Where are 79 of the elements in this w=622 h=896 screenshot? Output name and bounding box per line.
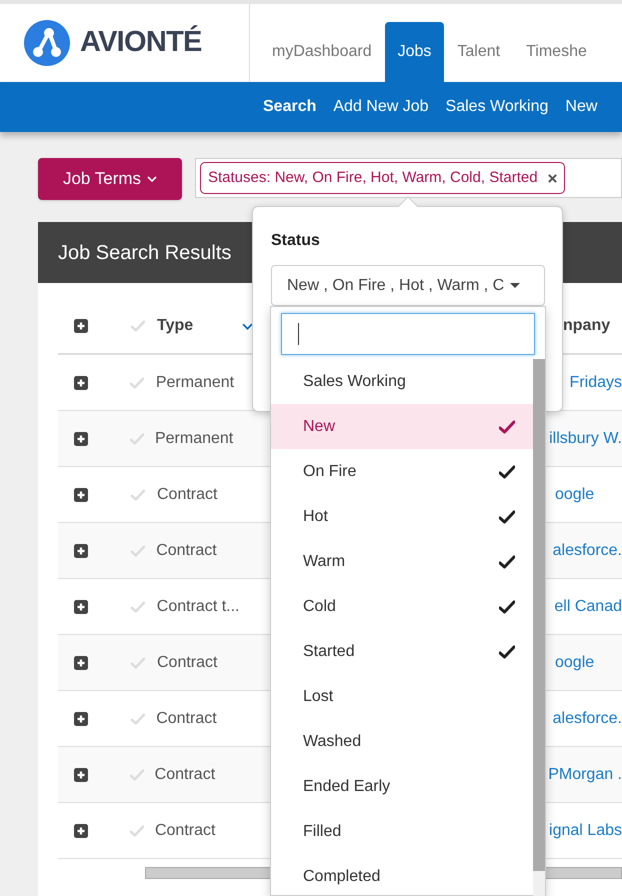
status-select[interactable]: New , On Fire , Hot , Warm , C [271,265,545,306]
expand-icon[interactable] [74,656,88,670]
table-cell-text: Contract [157,484,218,504]
company-link[interactable]: ell Canad [554,594,622,618]
company-link[interactable]: oogle [555,482,594,506]
table-cell-text: Permanent [154,428,234,448]
search-field[interactable] [281,313,535,355]
status-option[interactable]: New [271,404,533,449]
vertical-scrollbar[interactable] [533,359,545,896]
close-icon[interactable] [548,174,557,182]
expand-icon[interactable] [74,600,88,614]
check-icon[interactable] [130,376,144,388]
table-cell-text: Contract [154,820,216,840]
company-link[interactable]: alesforce. [552,706,622,730]
expand-icon[interactable] [74,768,88,782]
company-link[interactable]: oogle [555,650,594,674]
check-icon [499,644,515,658]
status-option[interactable]: Sales Working [271,359,533,404]
status-option[interactable]: Hot [271,494,533,539]
check-icon [499,600,515,614]
status-option[interactable]: Ended Early [271,764,533,809]
nav-tab[interactable]: myDashboard [259,22,385,82]
check-icon[interactable] [130,824,144,836]
company-link[interactable]: illsbury W. [549,426,622,450]
filter-field[interactable]: Statuses: New, On Fire, Hot, Warm, Cold, Started [195,158,622,198]
column-header[interactable]: Type [157,314,242,338]
panel-title: Job Search Results [58,240,232,266]
check-icon [499,554,515,568]
check-icon[interactable] [131,488,145,500]
expand-icon[interactable] [74,319,88,333]
table-cell-text: Contract [154,764,216,784]
company-link[interactable]: Fridays [570,370,622,394]
expand-icon[interactable] [74,544,88,558]
check-icon[interactable] [130,544,145,556]
nav-tab[interactable]: Talent [444,22,514,82]
status-option[interactable]: Started [271,629,533,674]
check-icon [499,464,515,478]
status-option[interactable]: Washed [271,719,533,764]
subnav-link[interactable]: Search [263,95,316,119]
company-link[interactable]: alesforce. [552,538,622,562]
column-header[interactable]: npany [563,314,610,338]
nav-tab[interactable]: Timeshe [513,22,600,82]
company-link[interactable]: ignal Labs [549,818,622,842]
expand-icon[interactable] [74,712,88,726]
subnav-link[interactable]: Sales Working [446,95,548,119]
check-icon[interactable] [130,600,145,612]
table-cell-text: Permanent [156,372,236,392]
status-option[interactable]: On Fire [271,449,533,494]
check-icon[interactable] [130,432,144,444]
check-icon[interactable] [131,656,145,668]
subnav-link[interactable]: Add New Job [333,95,429,119]
table-cell-text: Contract [157,652,218,672]
filter-tag-label: Statuses: New, On Fire, Hot, Warm, Cold, Started [208,168,538,188]
table-cell-text: Contract [156,708,218,728]
job-terms-button[interactable]: Job Terms [38,158,182,200]
chevron-down-icon [147,176,158,182]
expand-icon[interactable] [74,432,88,446]
status-option[interactable]: Lost [271,674,533,719]
subnav-link[interactable]: New [565,95,598,119]
status-option[interactable]: Warm [271,539,533,584]
check-icon[interactable] [130,712,145,724]
check-icon[interactable] [130,768,144,780]
logo-icon [24,20,70,66]
check-icon[interactable] [131,320,145,332]
nav-tab[interactable]: Jobs [384,22,444,82]
expand-icon[interactable] [74,376,88,390]
check-icon [499,420,515,434]
table-cell-text: Contract [156,540,218,560]
expand-icon[interactable] [74,488,88,502]
check-icon [499,510,515,524]
table-cell-text: Contract t... [156,596,240,616]
expand-icon[interactable] [74,824,88,838]
chevron-down-icon[interactable] [242,322,253,330]
status-option[interactable]: Filled [271,809,533,854]
company-link[interactable]: PMorgan . [548,762,622,786]
status-option[interactable]: Completed [271,854,533,896]
status-label: Status [271,231,321,251]
logo-text: AVIONTÉ [80,24,202,60]
status-option[interactable]: Cold [271,584,533,629]
